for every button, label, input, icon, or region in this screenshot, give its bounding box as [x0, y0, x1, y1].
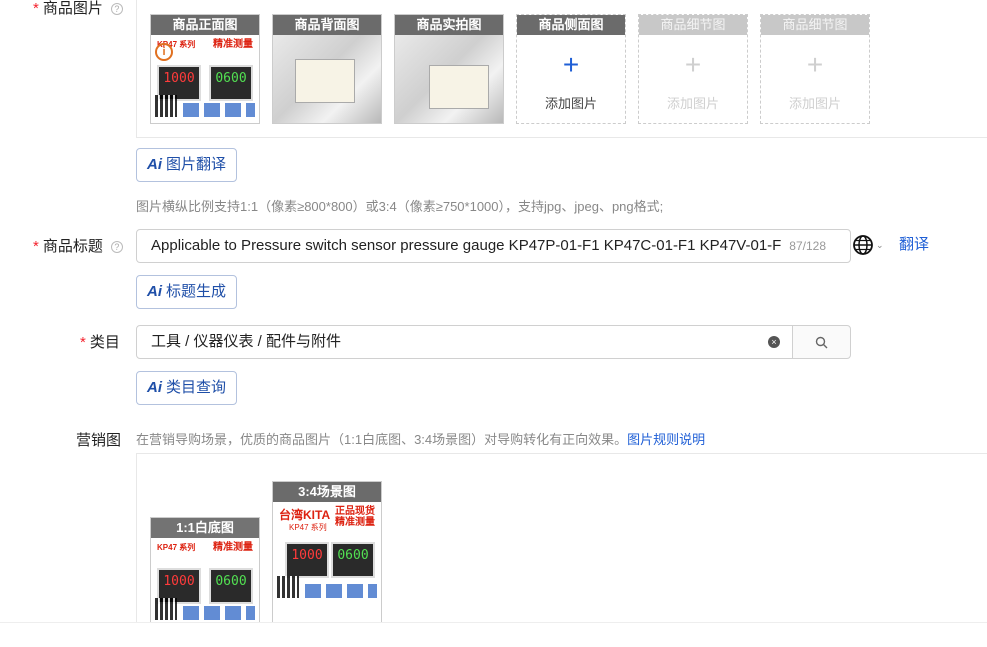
marketing-image-portrait[interactable]: 3:4场景图 台湾KITA KP47 系列 正品现货 精准测量 1000 0600 — [272, 481, 382, 627]
marketing-label: 营销图 — [76, 432, 122, 449]
image-slot-detail-add-2[interactable]: 商品细节图 + 添加图片 — [760, 14, 870, 124]
clear-icon[interactable]: × — [768, 336, 780, 348]
product-image: 台湾KITA KP47 系列 正品现货 精准测量 1000 0600 — [273, 502, 381, 626]
product-title-label: * 商品标题? — [33, 235, 123, 256]
title-counter: 87/128 — [789, 239, 826, 253]
image-slot-detail-add[interactable]: 商品细节图 + 添加图片 — [638, 14, 748, 124]
globe-icon[interactable] — [852, 234, 874, 256]
ai-category-query-button[interactable]: Ai 类目查询 — [136, 371, 238, 405]
image-slot-real[interactable]: 商品实拍图 — [394, 14, 504, 124]
marketing-hint: 在营销导购场景，优质的商品图片（1:1白底图、3:4场景图）对导购转化有正向效果… — [136, 432, 706, 447]
ai-image-translate-button[interactable]: Ai 图片翻译 — [136, 148, 238, 182]
plus-icon: + — [806, 49, 824, 80]
qr-code — [277, 576, 299, 598]
image-hint: 图片横纵比例支持1:1（像素≥800*800）或3:4（像素≥750*1000）… — [136, 199, 664, 214]
ai-icon: Ai — [147, 283, 162, 300]
ai-icon: Ai — [147, 156, 162, 173]
product-photo — [395, 35, 503, 123]
title-input[interactable]: Applicable to Pressure switch sensor pre… — [136, 229, 851, 263]
category-search-button[interactable] — [792, 325, 851, 359]
category-input[interactable]: 工具 / 仪器仪表 / 配件与附件 × — [136, 325, 793, 359]
chevron-down-icon[interactable]: ⌄ — [876, 240, 884, 251]
marketing-images-panel — [136, 453, 987, 633]
plus-icon: + — [562, 49, 580, 80]
qr-code — [155, 598, 177, 620]
product-image: KP47 系列 精准测量 1000 0600 — [151, 538, 259, 626]
image-slot-back[interactable]: 商品背面图 — [272, 14, 382, 124]
help-icon[interactable]: ? — [110, 3, 123, 15]
product-photo — [273, 35, 381, 123]
help-icon[interactable]: ? — [110, 241, 123, 253]
image-slot-side-add[interactable]: 商品侧面图 + 添加图片 — [516, 14, 626, 124]
translate-link[interactable]: 翻译 — [899, 233, 929, 254]
marketing-image-square[interactable]: 1:1白底图 KP47 系列 精准测量 1000 0600 — [150, 517, 260, 627]
qr-code — [155, 95, 177, 117]
product-images-label: * 商品图片? — [33, 0, 123, 18]
image-rules-link[interactable]: 图片规则说明 — [627, 432, 705, 447]
search-icon — [815, 336, 828, 349]
info-icon[interactable]: i — [155, 43, 173, 61]
ai-icon: Ai — [147, 379, 162, 396]
plus-icon: + — [684, 49, 702, 80]
feature-icons — [183, 103, 255, 117]
feature-icons — [183, 606, 255, 620]
category-label: * 类目 — [80, 334, 120, 351]
page-bottom-edge — [0, 622, 987, 647]
feature-icons — [305, 584, 377, 598]
ai-title-generate-button[interactable]: Ai 标题生成 — [136, 275, 238, 309]
image-slot-front[interactable]: 商品正面图 KP47 系列 精准测量 1000 0600 i — [150, 14, 260, 124]
